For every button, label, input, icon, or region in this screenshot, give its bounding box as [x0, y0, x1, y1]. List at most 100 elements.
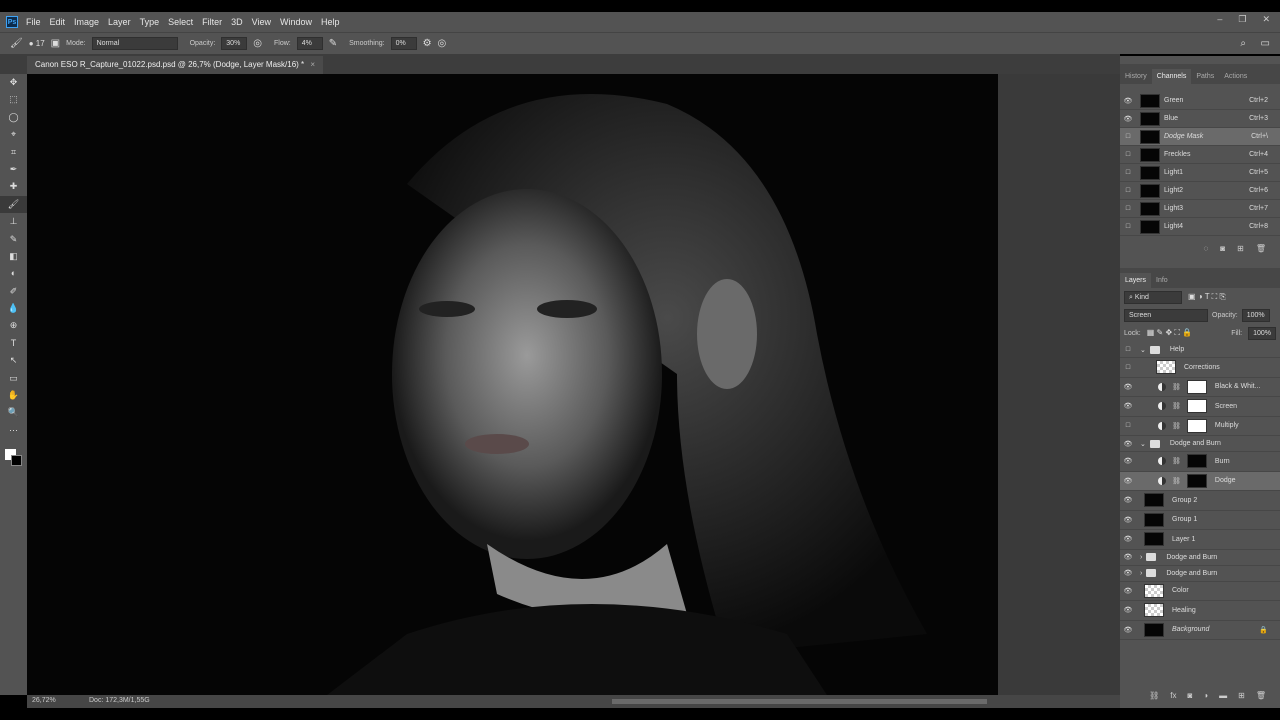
- zoom-level[interactable]: 26,72%: [32, 697, 56, 704]
- pressure-opacity-icon[interactable]: ◎: [253, 38, 262, 49]
- channel-row[interactable]: 👁 Blue Ctrl+3: [1120, 110, 1280, 128]
- eye-icon[interactable]: 👁: [1120, 457, 1136, 465]
- layer-row[interactable]: □ Corrections: [1120, 358, 1280, 378]
- link-icon[interactable]: ⛓: [1149, 691, 1159, 700]
- eye-icon[interactable]: 👁: [1120, 115, 1136, 123]
- tool-icon-3[interactable]: ⌖: [0, 126, 27, 143]
- tool-icon-12[interactable]: ✐: [0, 283, 27, 300]
- tool-icon-13[interactable]: 💧: [0, 300, 27, 317]
- add-mask-icon[interactable]: ◙: [1187, 691, 1192, 700]
- tool-icon-15[interactable]: T: [0, 335, 27, 352]
- close-tab-icon[interactable]: ×: [310, 60, 315, 69]
- layer-row[interactable]: 👁 Group 1: [1120, 511, 1280, 530]
- search-icon[interactable]: ⌕: [1240, 38, 1246, 49]
- doc-size[interactable]: Doc: 172,3M/1,55G: [89, 697, 150, 704]
- horizontal-scrollbar[interactable]: [612, 699, 987, 704]
- visibility-box[interactable]: □: [1120, 133, 1136, 140]
- tab-layers[interactable]: Layers: [1120, 273, 1152, 288]
- mask-link-icon[interactable]: ⛓: [1172, 402, 1181, 410]
- tool-icon-19[interactable]: 🔍: [0, 404, 27, 421]
- adjustment-icon[interactable]: ◑: [1203, 691, 1208, 700]
- filter-icons[interactable]: ▣ ◑ T ⛶ ⎘: [1188, 292, 1226, 302]
- airbrush-icon[interactable]: ✎: [329, 38, 337, 49]
- menu-help[interactable]: Help: [321, 17, 340, 27]
- chevron-right-icon[interactable]: ›: [1140, 570, 1142, 577]
- tool-icon-4[interactable]: ⌗: [0, 144, 27, 161]
- tool-icon-6[interactable]: ✚: [0, 178, 27, 195]
- lock-icons[interactable]: ▦ ✎ ✥ ⛶ 🔒: [1147, 328, 1192, 338]
- visibility-box[interactable]: □: [1120, 151, 1136, 158]
- menu-view[interactable]: View: [252, 17, 271, 27]
- color-swatches[interactable]: [0, 447, 27, 469]
- layer-row[interactable]: 👁 Group 2: [1120, 491, 1280, 511]
- brush-panel-icon[interactable]: ▣: [51, 38, 60, 49]
- tool-icon-10[interactable]: ◧: [0, 248, 27, 265]
- load-selection-icon[interactable]: ◌: [1204, 244, 1209, 260]
- mask-link-icon[interactable]: ⛓: [1172, 457, 1181, 465]
- layer-row[interactable]: 👁 ⛓ Black & Whit...: [1120, 378, 1280, 397]
- chevron-down-icon[interactable]: ⌄: [1140, 346, 1146, 354]
- workspace-icon[interactable]: ▭: [1261, 38, 1270, 49]
- tool-icon-17[interactable]: ▭: [0, 370, 27, 387]
- visibility-box[interactable]: □: [1120, 187, 1136, 194]
- visibility-box[interactable]: □: [1120, 364, 1136, 371]
- eye-icon[interactable]: 👁: [1120, 402, 1136, 410]
- channel-row[interactable]: □ Light3 Ctrl+7: [1120, 200, 1280, 218]
- pressure-size-icon[interactable]: ◎: [438, 38, 447, 49]
- tool-icon-8[interactable]: ⊥: [0, 213, 27, 230]
- fx-icon[interactable]: fx: [1170, 691, 1176, 700]
- chevron-down-icon[interactable]: ⌄: [1140, 440, 1146, 448]
- menu-type[interactable]: Type: [140, 17, 160, 27]
- layer-row[interactable]: 👁 ⛓ Burn: [1120, 452, 1280, 472]
- tool-icon-5[interactable]: ✒: [0, 161, 27, 178]
- layer-group-row[interactable]: □ ⌄ Help: [1120, 342, 1280, 358]
- minimize-icon[interactable]: –: [1217, 14, 1222, 25]
- opacity-field[interactable]: 30%: [221, 37, 248, 50]
- layer-group-row[interactable]: 👁 › Dodge and Burn: [1120, 566, 1280, 582]
- visibility-box[interactable]: □: [1120, 346, 1136, 353]
- menu-layer[interactable]: Layer: [108, 17, 131, 27]
- document-tab[interactable]: Canon ESO R_Capture_01022.psd.psd @ 26,7…: [27, 56, 324, 74]
- visibility-box[interactable]: □: [1120, 422, 1136, 429]
- eye-icon[interactable]: 👁: [1120, 553, 1136, 561]
- tool-icon-14[interactable]: ⊕: [0, 317, 27, 334]
- tool-icon-0[interactable]: ✥: [0, 74, 27, 91]
- save-selection-icon[interactable]: ◙: [1220, 244, 1225, 260]
- tab-info[interactable]: Info: [1151, 273, 1173, 288]
- channel-row[interactable]: □ Light1 Ctrl+5: [1120, 164, 1280, 182]
- tab-history[interactable]: History: [1120, 69, 1152, 84]
- tool-icon-7[interactable]: 🖌: [0, 195, 27, 214]
- tab-channels[interactable]: Channels: [1151, 69, 1192, 84]
- tool-icon-11[interactable]: ◐: [0, 265, 27, 282]
- layer-opacity-field[interactable]: 100%: [1241, 308, 1270, 322]
- menu-select[interactable]: Select: [168, 17, 193, 27]
- layer-row[interactable]: 👁 ⛓ Screen: [1120, 397, 1280, 417]
- kind-filter[interactable]: ⌕ Kind: [1124, 290, 1182, 304]
- layer-group-row[interactable]: 👁 › Dodge and Burn: [1120, 550, 1280, 566]
- visibility-box[interactable]: □: [1120, 169, 1136, 176]
- visibility-box[interactable]: □: [1120, 223, 1136, 230]
- tool-icon-20[interactable]: ⋯: [0, 422, 27, 439]
- layer-row[interactable]: 👁 Background 🔒: [1120, 621, 1280, 640]
- eye-icon[interactable]: 👁: [1120, 626, 1136, 634]
- blend-mode-select[interactable]: Screen: [1124, 308, 1208, 322]
- visibility-box[interactable]: □: [1120, 205, 1136, 212]
- brush-tool-icon[interactable]: 🖌: [10, 38, 23, 49]
- tool-icon-18[interactable]: ✋: [0, 387, 27, 404]
- menu-file[interactable]: File: [26, 17, 41, 27]
- menu-edit[interactable]: Edit: [50, 17, 66, 27]
- layer-row[interactable]: 👁 Color: [1120, 582, 1280, 601]
- new-group-icon[interactable]: ▬: [1219, 691, 1227, 700]
- smoothing-field[interactable]: 0%: [390, 37, 417, 50]
- tool-icon-2[interactable]: ◯: [0, 109, 27, 126]
- document-canvas-portrait[interactable]: [27, 74, 998, 695]
- eye-icon[interactable]: 👁: [1120, 97, 1136, 105]
- layer-group-row[interactable]: 👁 ⌄ Dodge and Burn: [1120, 436, 1280, 452]
- menu-window[interactable]: Window: [280, 17, 312, 27]
- eye-icon[interactable]: 👁: [1120, 535, 1136, 543]
- brush-preset-icon[interactable]: ● 17: [29, 39, 45, 48]
- channel-row[interactable]: □ Light4 Ctrl+8: [1120, 218, 1280, 236]
- layer-row[interactable]: 👁 Layer 1: [1120, 530, 1280, 550]
- eye-icon[interactable]: 👁: [1120, 477, 1136, 485]
- channel-row[interactable]: □ Dodge Mask Ctrl+\: [1120, 128, 1280, 146]
